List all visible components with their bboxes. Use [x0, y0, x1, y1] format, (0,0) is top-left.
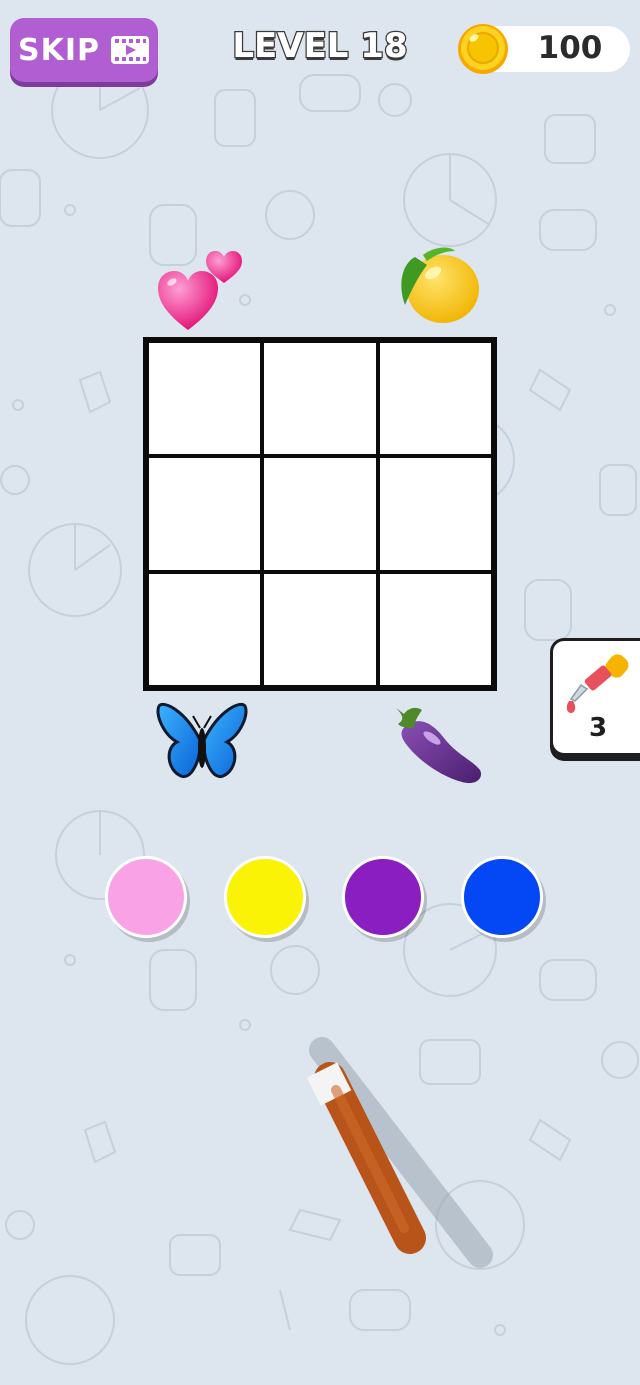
- pencil-tool[interactable]: [0, 0, 640, 1385]
